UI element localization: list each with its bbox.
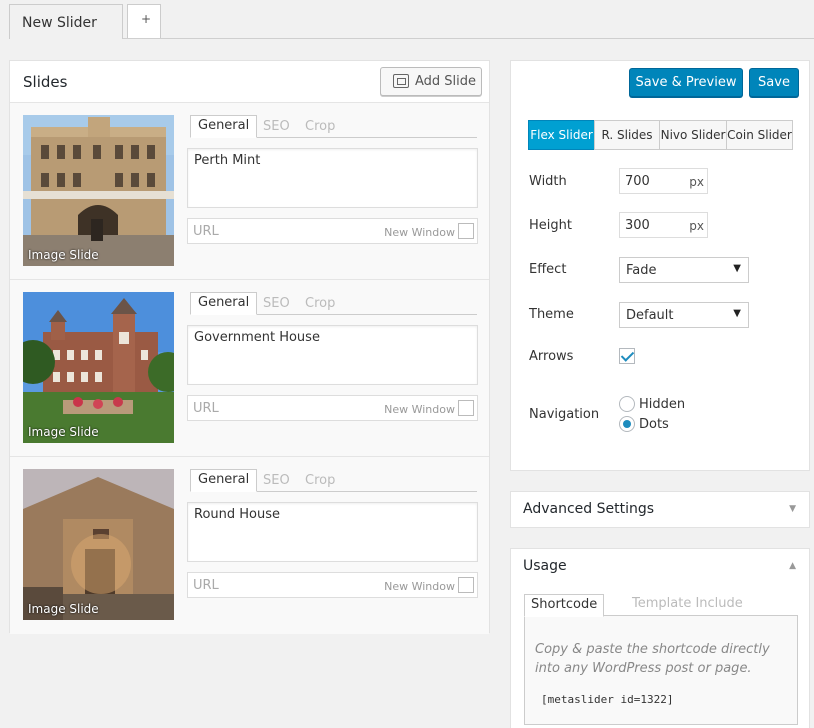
caption-text: Perth Mint [194,153,261,168]
nav-hidden-radio[interactable] [619,396,635,412]
usage-box: Copy & paste the shortcode directly into… [524,615,798,725]
thumb-label: Image Slide [28,425,99,439]
arrows-label: Arrows [529,349,574,364]
tab-new-slider[interactable]: New Slider [9,4,123,39]
usage-description: Copy & paste the shortcode directly into… [535,642,770,676]
government-house-image [23,292,174,443]
url-input[interactable]: URL New Window [187,218,478,244]
usage-title: Usage [523,558,567,574]
caption-text: Government House [194,330,320,345]
slider-type-responsive[interactable]: R. Slides [594,120,660,150]
url-placeholder: URL [193,578,219,593]
slides-header: Slides Add Slide [10,61,489,103]
new-window-label: New Window [384,403,455,416]
plus-icon: + [141,12,152,26]
new-window-checkbox[interactable] [458,577,474,593]
image-icon [393,74,409,88]
nav-dots-radio[interactable] [619,416,635,432]
height-value: 300 [625,218,650,233]
new-window-label: New Window [384,226,455,239]
slide-row: Image Slide General SEO Crop Government … [10,280,489,457]
tab-general[interactable]: General [190,469,258,492]
height-unit: px [689,219,704,233]
settings-panel: Save & Preview Save Flex Slider R. Slide… [510,60,810,471]
collapse-down-icon[interactable]: ▼ [789,504,796,514]
slide-tabs: General SEO Crop [190,469,477,492]
navigation-label: Navigation [529,407,600,422]
width-value: 700 [625,174,650,189]
tab-add-slider[interactable]: + [127,4,161,38]
slider-type-tabs: Flex Slider R. Slides Nivo Slider Coin S… [528,120,793,150]
usage-panel: Usage ▲ Shortcode Template Include Copy … [510,548,810,728]
tab-seo[interactable]: SEO [256,294,297,313]
caption-text: Round House [194,507,281,522]
save-label: Save [758,75,790,90]
slide-thumbnail[interactable]: Image Slide [23,115,174,266]
save-preview-label: Save & Preview [635,75,737,90]
caption-textarea[interactable]: Government House [187,325,478,385]
width-label: Width [529,174,567,189]
save-button[interactable]: Save [749,68,799,97]
width-unit: px [689,175,704,189]
effect-value: Fade [626,263,657,278]
round-house-image [23,469,174,620]
tab-crop[interactable]: Crop [298,117,342,136]
tab-seo[interactable]: SEO [256,117,297,136]
theme-value: Default [626,308,674,323]
arrows-checkbox[interactable] [619,348,635,364]
new-window-label: New Window [384,580,455,593]
advanced-settings-title: Advanced Settings [523,501,655,517]
effect-select[interactable]: Fade ▼ [619,257,749,283]
url-input[interactable]: URL New Window [187,572,478,598]
url-placeholder: URL [193,401,219,416]
new-window-checkbox[interactable] [458,400,474,416]
tab-template-include[interactable]: Template Include [626,594,749,617]
height-label: Height [529,218,572,233]
url-placeholder: URL [193,224,219,239]
theme-label: Theme [529,307,574,322]
tab-new-slider-label: New Slider [22,15,97,31]
save-preview-button[interactable]: Save & Preview [629,68,743,97]
slide-thumbnail[interactable]: Image Slide [23,469,174,620]
height-input[interactable]: 300 px [619,212,708,238]
add-slide-button[interactable]: Add Slide [380,67,482,96]
slide-row: Image Slide General SEO Crop Perth Mint … [10,103,489,280]
slide-row: Image Slide General SEO Crop Round House… [10,457,489,634]
add-slide-label: Add Slide [415,74,477,89]
tab-crop[interactable]: Crop [298,294,342,313]
nav-hidden-label: Hidden [639,397,686,412]
shortcode-text[interactable]: [metaslider id=1322] [541,693,673,706]
caption-textarea[interactable]: Round House [187,502,478,562]
new-window-checkbox[interactable] [458,223,474,239]
caption-textarea[interactable]: Perth Mint [187,148,478,208]
perth-mint-image [23,115,174,266]
tab-general[interactable]: General [190,115,258,138]
slide-thumbnail[interactable]: Image Slide [23,292,174,443]
tab-crop[interactable]: Crop [298,471,342,490]
slides-title: Slides [23,73,68,91]
advanced-settings-panel[interactable]: Advanced Settings ▼ [510,491,810,528]
effect-label: Effect [529,262,567,277]
usage-tabs: Shortcode Template Include [524,594,798,617]
slides-panel: Slides Add Slide Image Slide General SEO… [9,60,490,634]
dropdown-arrow-icon: ▼ [733,263,741,274]
slider-tabs: New Slider + [9,4,814,39]
slider-type-coin[interactable]: Coin Slider [726,120,793,150]
thumb-label: Image Slide [28,248,99,262]
collapse-up-icon[interactable]: ▲ [789,561,796,571]
width-input[interactable]: 700 px [619,168,708,194]
slider-type-flex[interactable]: Flex Slider [528,120,595,150]
tab-seo[interactable]: SEO [256,471,297,490]
slider-type-nivo[interactable]: Nivo Slider [659,120,727,150]
tab-general[interactable]: General [190,292,258,315]
dropdown-arrow-icon: ▼ [733,308,741,319]
url-input[interactable]: URL New Window [187,395,478,421]
thumb-label: Image Slide [28,602,99,616]
slide-tabs: General SEO Crop [190,115,477,138]
theme-select[interactable]: Default ▼ [619,302,749,328]
slide-tabs: General SEO Crop [190,292,477,315]
tab-shortcode[interactable]: Shortcode [524,594,605,617]
nav-dots-label: Dots [639,417,669,432]
